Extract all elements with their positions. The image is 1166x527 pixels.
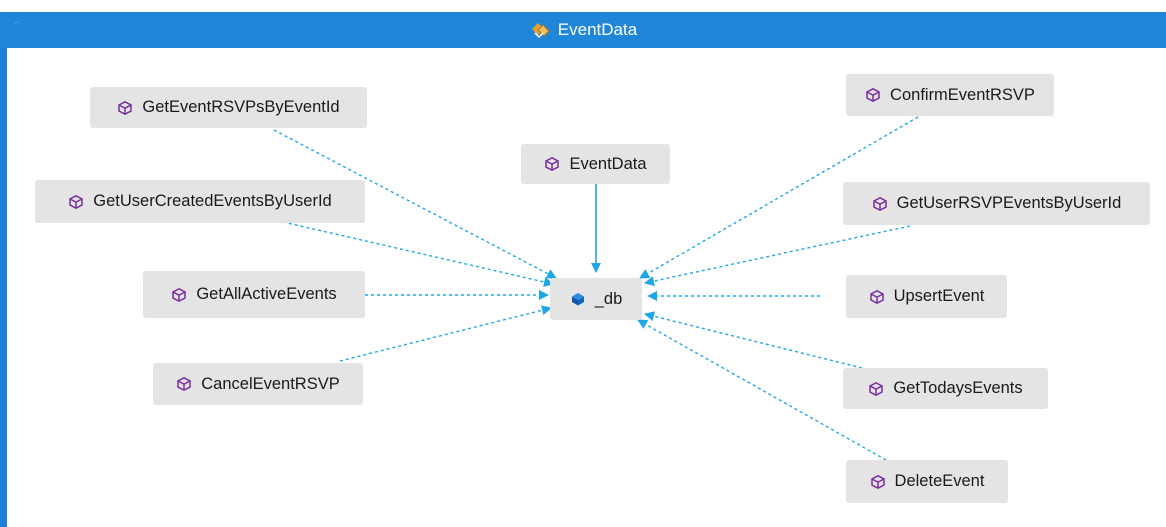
method-icon: [118, 100, 133, 115]
node-gettodaysevents[interactable]: GetTodaysEvents: [843, 368, 1048, 409]
node-upsertevent[interactable]: UpsertEvent: [846, 275, 1007, 318]
node-label: GetTodaysEvents: [893, 379, 1023, 397]
node-eventdata[interactable]: EventData: [521, 144, 670, 184]
method-icon: [177, 376, 191, 392]
node-label: EventData: [569, 154, 647, 173]
edge-canceleventrsvp-to-db: [339, 305, 552, 362]
method-icon: [69, 194, 84, 209]
node-label: CancelEventRSVP: [201, 374, 340, 393]
node-_db[interactable]: _db: [550, 278, 642, 320]
node-label: GetUserRSVPEventsByUserId: [896, 194, 1122, 212]
edge-gettodaysevents-to-db: [644, 311, 863, 369]
node-label: _db: [594, 289, 623, 308]
method-icon: [869, 289, 884, 304]
node-deleteevent[interactable]: DeleteEvent: [846, 460, 1008, 503]
node-label: ConfirmEventRSVP: [890, 85, 1035, 104]
node-getallactiveevents[interactable]: GetAllActiveEvents: [143, 271, 365, 318]
method-icon: [545, 156, 560, 172]
node-geteventrsvpsbyeventid[interactable]: GetEventRSVPsByEventId: [90, 87, 367, 128]
node-label: GetAllActiveEvents: [196, 285, 337, 303]
node-confirmeventrsvp[interactable]: ConfirmEventRSVP: [846, 74, 1054, 116]
node-getusercreatedeventsbyuserid[interactable]: GetUserCreatedEventsByUserId: [35, 180, 365, 223]
method-icon: [872, 196, 887, 211]
node-label: UpsertEvent: [893, 287, 985, 305]
node-label: GetUserCreatedEventsByUserId: [93, 192, 332, 210]
method-icon: [866, 87, 880, 103]
method-icon: [172, 287, 187, 302]
node-canceleventrsvp[interactable]: CancelEventRSVP: [153, 363, 363, 405]
method-icon: [870, 474, 885, 489]
node-getuserrsvpeventsbyuserid[interactable]: GetUserRSVPEventsByUserId: [843, 182, 1150, 225]
node-label: GetEventRSVPsByEventId: [142, 98, 340, 116]
method-icon: [869, 381, 884, 396]
node-label: DeleteEvent: [894, 472, 985, 490]
field-icon: [571, 293, 584, 306]
